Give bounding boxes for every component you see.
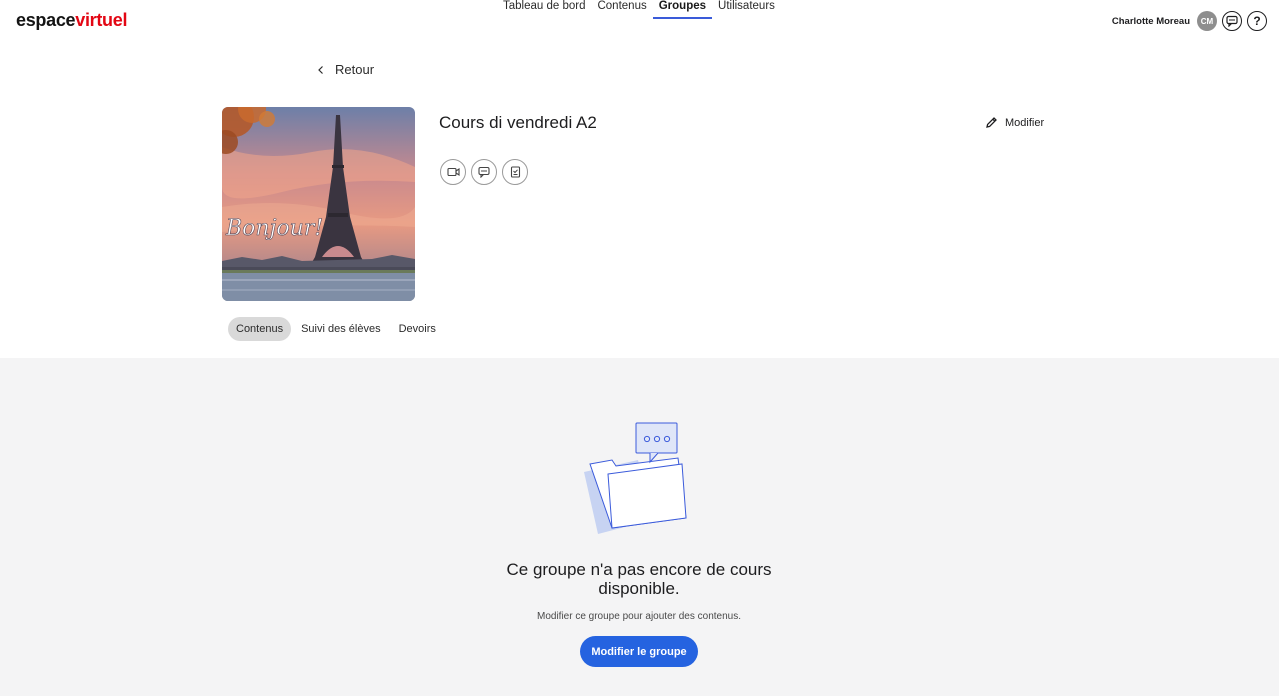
group-title: Cours di vendredi A2 [439, 113, 597, 132]
video-call-button[interactable] [440, 159, 466, 185]
nav-item-utilisateurs[interactable]: Utilisateurs [712, 0, 781, 19]
arrow-left-icon [318, 65, 323, 74]
nav-item-contenus[interactable]: Contenus [591, 0, 652, 19]
folder-chat-illustration-icon [584, 422, 687, 534]
messages-button[interactable] [1222, 11, 1242, 31]
edit-group-link[interactable]: Modifier [985, 116, 1044, 129]
question-mark-icon: ? [1253, 14, 1261, 28]
user-area: Charlotte Moreau CM ? [1112, 11, 1267, 31]
chat-bubble-icon [478, 166, 490, 178]
pencil-icon [986, 117, 997, 128]
assignment-icon [510, 166, 520, 178]
chat-bubble-icon [1226, 15, 1238, 27]
nav-item-groupes[interactable]: Groupes [652, 0, 713, 19]
empty-state-panel: Ce groupe n'a pas encore de cours dispon… [0, 358, 1279, 696]
video-camera-icon [446, 167, 460, 177]
user-name[interactable]: Charlotte Moreau [1112, 16, 1190, 27]
assignments-button[interactable] [502, 159, 528, 185]
empty-state-title: Ce groupe n'a pas encore de cours dispon… [506, 560, 772, 598]
group-chat-button[interactable] [471, 159, 497, 185]
brand-logo-part1: espace [16, 10, 76, 30]
empty-state-subtitle: Modifier ce groupe pour ajouter des cont… [536, 611, 741, 622]
back-link[interactable]: Retour [316, 62, 374, 77]
top-bar: espacevirtuel Tableau de bord Contenus G… [0, 0, 1279, 50]
main-nav: Tableau de bord Contenus Groupes Utilisa… [497, 0, 781, 19]
group-tabs: Contenus Suivi des élèves Devoirs [228, 317, 444, 341]
edit-group-button[interactable]: Modifier le groupe [580, 636, 698, 667]
group-actions [440, 159, 528, 185]
back-label: Retour [335, 62, 375, 77]
help-button[interactable]: ? [1247, 11, 1267, 31]
avatar[interactable]: CM [1197, 11, 1217, 31]
brand-logo[interactable]: espacevirtuel [16, 10, 127, 31]
group-cover-image: Bonjour! [222, 107, 415, 301]
tab-suivi-des-eleves[interactable]: Suivi des élèves [293, 317, 389, 341]
cover-text: Bonjour! [225, 216, 323, 241]
brand-logo-part2: virtuel [75, 10, 128, 30]
tab-contenus[interactable]: Contenus [228, 317, 292, 341]
tab-devoirs[interactable]: Devoirs [391, 317, 444, 341]
nav-item-tableau-de-bord[interactable]: Tableau de bord [497, 0, 591, 19]
edit-label: Modifier [1005, 116, 1045, 129]
